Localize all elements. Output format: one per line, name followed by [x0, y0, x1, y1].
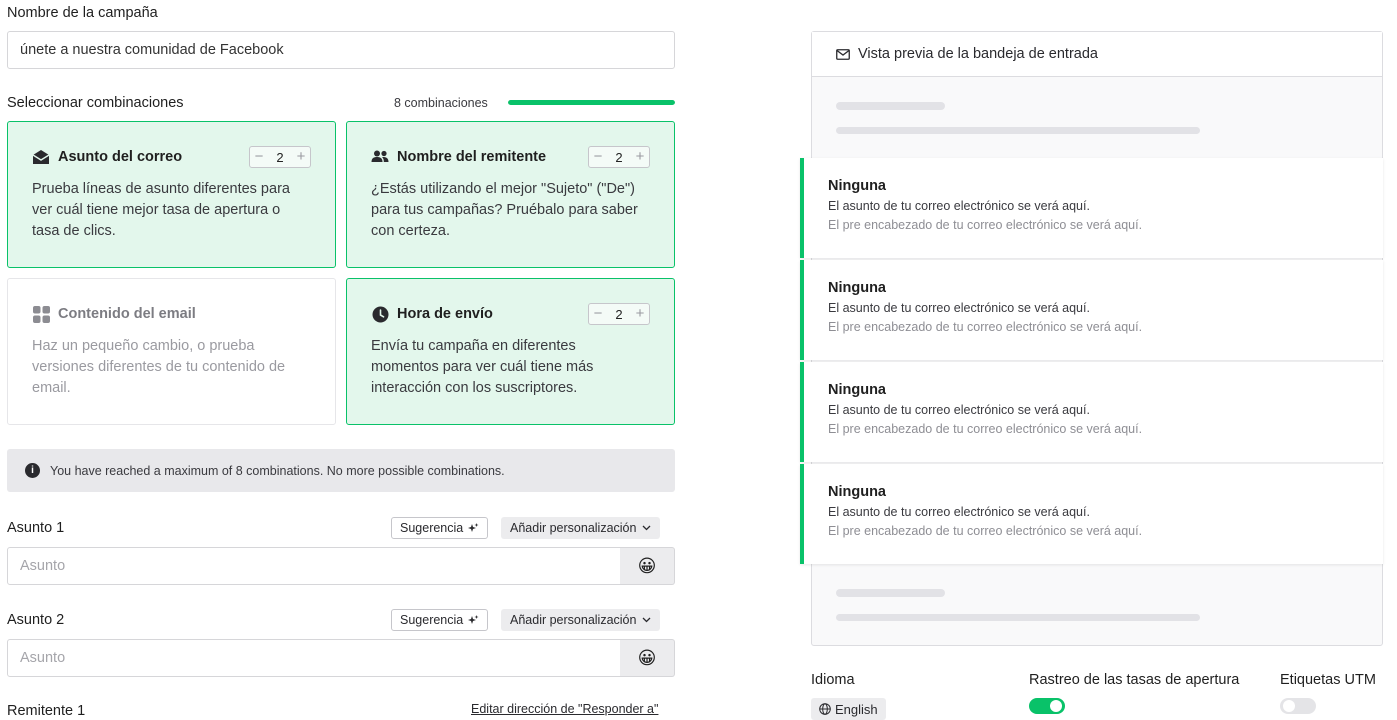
utm-tags-label: Etiquetas UTM [1280, 672, 1376, 688]
edit-reply-to-link[interactable]: Editar dirección de "Responder a" [471, 702, 658, 716]
stepper-value: 2 [615, 306, 623, 322]
card-send-time-title: Hora de envío [397, 306, 493, 322]
stepper-minus-button[interactable]: − [589, 147, 607, 167]
sparkle-icon [468, 614, 479, 626]
card-email-subject[interactable]: Asunto del correo Prueba líneas de asunt… [7, 121, 336, 268]
skeleton-line [836, 102, 945, 110]
sender-1-label: Remitente 1 [7, 703, 86, 719]
chevron-down-icon [642, 525, 651, 531]
stepper-plus-button[interactable]: + [631, 147, 649, 167]
inbox-preview-row: Ninguna El asunto de tu correo electróni… [800, 362, 1383, 462]
card-email-content-title: Contenido del email [58, 306, 196, 322]
skeleton-line [836, 127, 1200, 134]
clock-icon [371, 305, 389, 323]
subject-2-emoji-button[interactable]: 😀 [620, 639, 675, 677]
subject-2-suggestion-button[interactable]: Sugerencia [391, 609, 489, 631]
info-icon: i [25, 463, 40, 478]
card-sender-name[interactable]: Nombre del remitente ¿Estás utilizando e… [346, 121, 675, 268]
preview-sender-name: Ninguna [828, 178, 886, 194]
preview-preheader: El pre encabezado de tu correo electróni… [828, 422, 1143, 436]
sender-name-stepper[interactable]: − 2 + [588, 146, 650, 168]
globe-icon [819, 703, 831, 715]
max-combinations-notice: i You have reached a maximum of 8 combin… [7, 449, 675, 492]
inbox-preview-title: Vista previa de la bandeja de entrada [858, 46, 1098, 62]
stepper-minus-button[interactable]: − [589, 304, 607, 324]
stepper-plus-button[interactable]: + [292, 147, 310, 167]
preview-sender-name: Ninguna [828, 484, 886, 500]
subject-1-input[interactable] [7, 547, 621, 585]
language-value: English [835, 701, 878, 717]
preview-sender-name: Ninguna [828, 382, 886, 398]
stepper-value: 2 [615, 149, 623, 165]
language-select[interactable]: English [811, 698, 886, 720]
envelope-open-icon [32, 148, 50, 166]
card-send-time[interactable]: Hora de envío Envía tu campaña en difere… [346, 278, 675, 425]
open-tracking-label: Rastreo de las tasas de apertura [1029, 672, 1240, 688]
subject-1-label: Asunto 1 [7, 520, 65, 536]
envelope-icon [836, 48, 850, 60]
stepper-minus-button[interactable]: − [250, 147, 268, 167]
preview-subject: El asunto de tu correo electrónico se ve… [828, 301, 1090, 315]
language-label: Idioma [811, 672, 855, 688]
notice-text: You have reached a maximum of 8 combinat… [50, 463, 505, 478]
skeleton-line [836, 614, 1200, 621]
utm-tags-toggle[interactable] [1280, 698, 1316, 714]
inbox-preview-row: Ninguna El asunto de tu correo electróni… [800, 464, 1383, 564]
suggestion-label: Sugerencia [400, 521, 464, 535]
toggle-knob [1283, 700, 1295, 712]
campaign-name-label: Nombre de la campaña [7, 5, 158, 21]
card-email-subject-desc: Prueba líneas de asunto diferentes para … [32, 181, 290, 239]
inbox-preview-row: Ninguna El asunto de tu correo electróni… [800, 158, 1383, 258]
inbox-preview-header: Vista previa de la bandeja de entrada [812, 32, 1382, 77]
subject-1-suggestion-button[interactable]: Sugerencia [391, 517, 489, 539]
combinations-progress-fill [508, 100, 675, 105]
combinations-count: 8 combinaciones [394, 96, 488, 110]
campaign-name-input[interactable] [7, 31, 675, 69]
combinations-title: Seleccionar combinaciones [7, 95, 184, 111]
smiley-icon: 😀 [637, 555, 657, 576]
sparkle-icon [468, 522, 479, 534]
card-sender-name-desc: ¿Estás utilizando el mejor "Sujeto" ("De… [371, 181, 638, 239]
personalization-label: Añadir personalización [510, 613, 637, 627]
preview-preheader: El pre encabezado de tu correo electróni… [828, 218, 1143, 232]
subject-1-personalization-button[interactable]: Añadir personalización [501, 517, 661, 539]
stepper-plus-button[interactable]: + [631, 304, 649, 324]
preview-subject: El asunto de tu correo electrónico se ve… [828, 505, 1090, 519]
subject-2-label: Asunto 2 [7, 612, 65, 628]
email-subject-stepper[interactable]: − 2 + [249, 146, 311, 168]
card-email-content-desc: Haz un pequeño cambio, o prueba versione… [32, 338, 286, 396]
preview-preheader: El pre encabezado de tu correo electróni… [828, 320, 1143, 334]
preview-subject: El asunto de tu correo electrónico se ve… [828, 199, 1090, 213]
combinations-progress [508, 100, 675, 105]
grid-icon [32, 305, 50, 323]
card-sender-name-title: Nombre del remitente [397, 149, 547, 165]
subject-1-emoji-button[interactable]: 😀 [620, 547, 675, 585]
suggestion-label: Sugerencia [400, 613, 464, 627]
preview-subject: El asunto de tu correo electrónico se ve… [828, 403, 1090, 417]
stepper-value: 2 [276, 149, 284, 165]
card-email-subject-title: Asunto del correo [58, 149, 183, 165]
card-send-time-desc: Envía tu campaña en diferentes momentos … [371, 338, 594, 396]
smiley-icon: 😀 [637, 647, 657, 668]
preview-sender-name: Ninguna [828, 280, 886, 296]
users-icon [371, 148, 389, 166]
skeleton-line [836, 589, 945, 597]
chevron-down-icon [642, 617, 651, 623]
card-email-content[interactable]: Contenido del email Haz un pequeño cambi… [7, 278, 336, 425]
inbox-preview-row: Ninguna El asunto de tu correo electróni… [800, 260, 1383, 360]
personalization-label: Añadir personalización [510, 521, 637, 535]
send-time-stepper[interactable]: − 2 + [588, 303, 650, 325]
preview-preheader: El pre encabezado de tu correo electróni… [828, 524, 1143, 538]
subject-2-personalization-button[interactable]: Añadir personalización [501, 609, 661, 631]
toggle-knob [1050, 700, 1062, 712]
subject-2-input[interactable] [7, 639, 621, 677]
open-tracking-toggle[interactable] [1029, 698, 1065, 714]
